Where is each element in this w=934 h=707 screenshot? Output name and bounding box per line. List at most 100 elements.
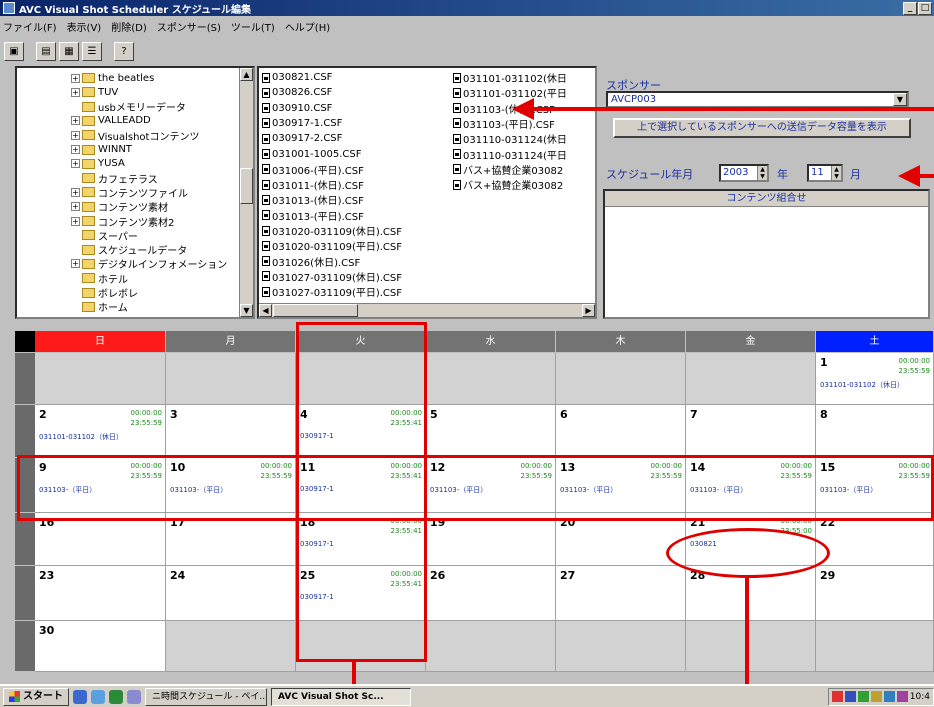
file-item[interactable]: 031103-(平日).CSF <box>453 117 555 131</box>
calendar-week-row-header[interactable] <box>15 458 35 513</box>
calendar-day-cell[interactable]: 21 00:00:00 23:55:00 030821 <box>686 513 816 566</box>
maximize-button[interactable]: □ <box>918 1 932 15</box>
help-icon[interactable]: ? <box>114 41 134 61</box>
calendar-day-cell[interactable]: 3 <box>166 405 296 458</box>
file-item[interactable]: 030917-1.CSF <box>262 117 342 130</box>
calendar-day-cell[interactable]: 27 <box>556 566 686 621</box>
calendar-day-cell[interactable]: 5 <box>426 405 556 458</box>
calendar-day-cell[interactable]: 26 <box>426 566 556 621</box>
calendar-week-row-header[interactable] <box>15 566 35 621</box>
file-item[interactable]: 031013-(休日).CSF <box>262 193 364 207</box>
show-data-size-button[interactable]: 上で選択しているスポンサーへの送信データ容量を表示 <box>613 118 911 138</box>
grid-icon[interactable]: ▦ <box>59 41 79 61</box>
tree-folder-item[interactable]: ボレボレ <box>71 286 138 300</box>
calendar-week-row-header[interactable] <box>15 353 35 405</box>
file-item[interactable]: 031006-(平日).CSF <box>262 163 364 177</box>
spinner-arrows-icon[interactable]: ▲ ▼ <box>831 166 841 180</box>
tray-icon[interactable] <box>831 691 843 702</box>
calendar-day-cell[interactable]: 8 <box>816 405 934 458</box>
ie-icon[interactable] <box>73 689 87 704</box>
tree-folder-item[interactable]: スーパー <box>71 228 138 243</box>
calendar-day-cell[interactable]: 12 00:00:00 23:55:59 031103-（平日） <box>426 458 556 513</box>
tree-folder-item[interactable]: + TUV <box>71 85 118 99</box>
calendar-day-cell[interactable]: 7 <box>686 405 816 458</box>
scroll-down-icon[interactable]: ▼ <box>240 304 253 317</box>
file-item[interactable]: 030826.CSF <box>262 86 332 99</box>
calendar-day-cell[interactable]: 17 <box>166 513 296 566</box>
scroll-up-icon[interactable]: ▲ <box>240 68 253 81</box>
tray-icon[interactable] <box>857 691 869 702</box>
start-button[interactable]: スタート <box>3 687 69 706</box>
calendar-day-cell[interactable]: 22 <box>816 513 934 566</box>
file-item[interactable]: 031101-031102(平日 <box>453 86 567 100</box>
tray-icon[interactable] <box>844 691 856 702</box>
file-item[interactable]: 031110-031124(休日 <box>453 132 567 146</box>
calendar-day-cell[interactable]: 29 <box>816 566 934 621</box>
tree-folder-item[interactable]: カフェテラス <box>71 171 158 186</box>
menu-tools[interactable]: ツール(T) <box>231 19 275 34</box>
calendar-day-cell[interactable]: 16 <box>35 513 166 566</box>
file-item[interactable]: 031110-031124(平日 <box>453 148 567 162</box>
expand-icon[interactable]: + <box>71 216 80 226</box>
tree-folder-item[interactable]: + デジタルインフォメーション <box>71 257 227 271</box>
file-item[interactable]: 031001-1005.CSF <box>262 148 362 161</box>
spinner-arrows-icon[interactable]: ▲ ▼ <box>757 166 767 180</box>
tree-folder-item[interactable]: ホーム <box>71 300 128 314</box>
tile-icon[interactable]: ▤ <box>36 41 56 61</box>
expand-icon[interactable]: + <box>71 187 80 197</box>
file-item[interactable]: 031026(休日).CSF <box>262 255 360 269</box>
media-player-icon[interactable] <box>109 689 123 704</box>
calendar-day-cell[interactable]: 1 00:00:00 23:55:59 031101-031102（休日） <box>816 353 934 405</box>
calendar-day-cell[interactable]: 15 00:00:00 23:55:59 031103-（平日） <box>816 458 934 513</box>
calendar-day-cell[interactable]: 19 <box>426 513 556 566</box>
expand-icon[interactable]: + <box>71 116 80 126</box>
tree-folder-item[interactable]: + VALLEADD <box>71 114 151 128</box>
calendar-day-cell[interactable]: 9 00:00:00 23:55:59 031103-（平日） <box>35 458 166 513</box>
month-spinner[interactable]: 11 ▲ ▼ <box>807 164 843 182</box>
menu-sponsor[interactable]: スポンサー(S) <box>157 19 221 34</box>
explorer-icon[interactable] <box>91 689 105 704</box>
calendar-day-cell[interactable]: 2 00:00:00 23:55:59 031101-031102（休日） <box>35 405 166 458</box>
calendar-week-row-header[interactable] <box>15 405 35 458</box>
calendar-day-cell[interactable]: 11 00:00:00 23:55:41 030917-1 <box>296 458 426 513</box>
expand-icon[interactable]: + <box>71 130 80 140</box>
tree-folder-item[interactable]: + コンテンツ素材 <box>71 200 168 214</box>
file-item[interactable]: 030917-2.CSF <box>262 132 342 145</box>
scroll-left-icon[interactable]: ◀ <box>259 304 272 317</box>
calendar-day-cell[interactable]: 23 <box>35 566 166 621</box>
calendar-day-cell[interactable]: 24 <box>166 566 296 621</box>
scroll-thumb[interactable] <box>240 168 253 204</box>
file-list-hscrollbar[interactable]: ◀ ▶ <box>259 303 595 317</box>
tree-folder-item[interactable]: + YUSA <box>71 157 125 171</box>
save-icon[interactable]: ▣ <box>4 41 24 61</box>
calendar-day-cell[interactable]: 25 00:00:00 23:55:41 030917-1 <box>296 566 426 621</box>
file-list[interactable]: ◀ ▶ 030821.CSF 030826.CSF 030910.CSF 030917… <box>257 66 597 319</box>
year-spinner[interactable]: 2003 ▲ ▼ <box>719 164 769 182</box>
calendar-day-cell[interactable]: 10 00:00:00 23:55:59 031103-（平日） <box>166 458 296 513</box>
tree-folder-item[interactable]: スケジュールデータ <box>71 243 187 257</box>
calendar-day-cell[interactable]: 18 00:00:00 23:55:41 030917-1 <box>296 513 426 566</box>
taskbar-task-paint[interactable]: ニ時間スケジュール - ペイ... <box>145 687 267 706</box>
calendar-day-cell[interactable]: 14 00:00:00 23:55:59 031103-（平日） <box>686 458 816 513</box>
calendar-day-cell[interactable]: 4 00:00:00 23:55:41 030917-1 <box>296 405 426 458</box>
expand-icon[interactable]: + <box>71 159 80 169</box>
calendar-day-cell[interactable]: 13 00:00:00 23:55:59 031103-（平日） <box>556 458 686 513</box>
tree-folder-item[interactable]: + Visualshotコンテンツ <box>71 128 199 143</box>
tree-folder-item[interactable]: + コンテンツ素材2 <box>71 214 174 229</box>
file-item[interactable]: バス+協賛企業03082 <box>453 163 563 177</box>
file-item[interactable]: バス+協賛企業03082 <box>453 178 563 192</box>
calendar-day-cell[interactable]: 20 <box>556 513 686 566</box>
file-item[interactable]: 031027-031109(休日).CSF <box>262 270 402 284</box>
tree-folder-item[interactable]: + the beatles <box>71 71 154 85</box>
tree-folder-item[interactable]: ホテル <box>71 271 128 286</box>
calendar-day-cell[interactable]: 28 <box>686 566 816 621</box>
calendar-day-cell[interactable]: 6 <box>556 405 686 458</box>
menu-help[interactable]: ヘルプ(H) <box>285 19 330 34</box>
file-item[interactable]: 031027-031109(平日).CSF <box>262 285 402 299</box>
file-item[interactable]: 031101-031102(休日 <box>453 71 567 85</box>
expand-icon[interactable]: + <box>71 202 80 212</box>
tree-folder-item[interactable]: usbメモリーデータ <box>71 100 186 114</box>
minimize-button[interactable]: _ <box>903 1 917 15</box>
calendar-week-row-header[interactable] <box>15 513 35 566</box>
expand-icon[interactable]: + <box>71 87 80 97</box>
